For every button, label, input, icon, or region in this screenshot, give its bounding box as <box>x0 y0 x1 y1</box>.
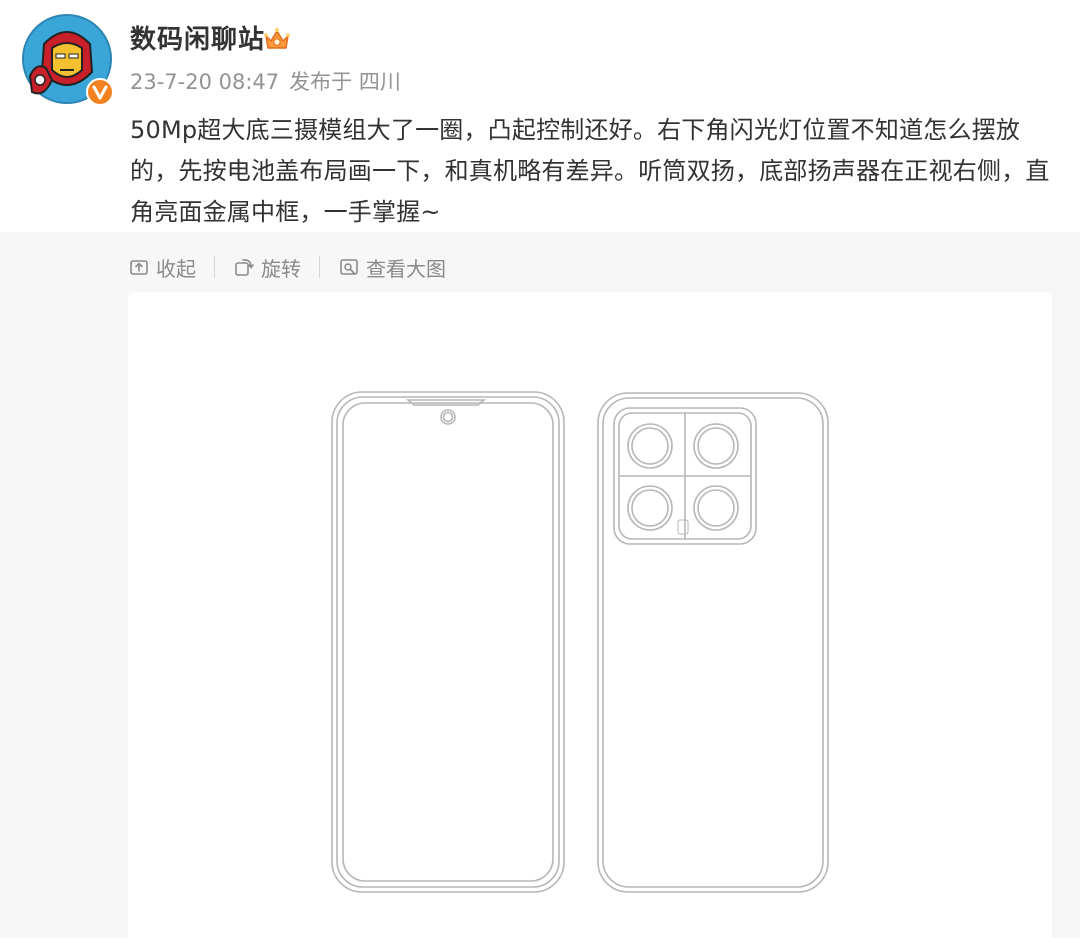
collapse-icon <box>130 260 148 275</box>
rotate-button[interactable]: 旋转 <box>233 253 301 282</box>
rotate-label: 旋转 <box>261 256 301 281</box>
view-large-button[interactable]: 查看大图 <box>338 253 446 282</box>
collapse-label: 收起 <box>156 256 196 281</box>
verified-badge-icon <box>86 78 114 106</box>
post-time[interactable]: 23-7-20 08:47 <box>130 70 279 94</box>
toolbar-divider <box>319 256 320 278</box>
toolbar-divider <box>214 256 215 278</box>
phone-back-drawing <box>597 392 829 893</box>
phone-sketch-image <box>331 391 829 893</box>
post-location: 发布于 四川 <box>289 70 401 94</box>
post-image[interactable] <box>128 292 1052 938</box>
phone-front-drawing <box>331 391 565 893</box>
post-text: 50Mp超大底三摄模组大了一圈，凸起控制还好。右下角闪光灯位置不知道怎么摆放的，… <box>130 116 1050 226</box>
collapse-button[interactable]: 收起 <box>128 253 196 282</box>
crown-badge-icon <box>264 28 290 49</box>
author-name[interactable]: 数码闲聊站 <box>130 20 265 60</box>
view-large-label: 查看大图 <box>366 256 446 281</box>
post-meta: 23-7-20 08:47 发布于 四川 <box>130 64 401 100</box>
view-large-image-icon <box>340 259 358 275</box>
image-toolbar: 收起 旋转 查看大图 <box>128 248 446 286</box>
weibo-post: 数码闲聊站 23-7-20 08:47 发布于 四川 50Mp超大底三摄模组大了一… <box>0 0 1080 938</box>
rotate-icon <box>235 259 254 276</box>
